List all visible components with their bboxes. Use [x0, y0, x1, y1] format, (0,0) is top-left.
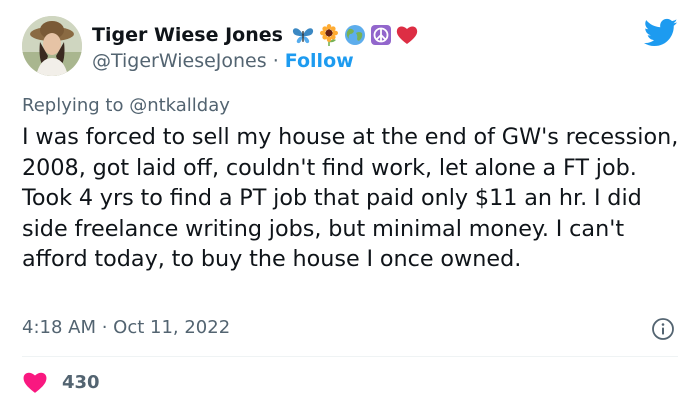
globe-emoji-icon — [343, 24, 367, 46]
author-display-name[interactable]: Tiger Wiese Jones — [92, 24, 283, 46]
sunflower-emoji-icon — [317, 24, 341, 46]
butterfly-emoji-icon — [291, 24, 315, 46]
replying-to-mention[interactable]: @ntkallday — [129, 95, 230, 116]
replying-to: Replying to @ntkallday — [22, 95, 230, 116]
avatar[interactable] — [22, 16, 82, 76]
like-count: 430 — [62, 371, 100, 393]
handle-separator: · — [266, 50, 285, 72]
tweet-card: Tiger Wiese Jones @TigerWieseJones · Fol… — [0, 0, 700, 410]
red-heart-emoji-icon — [395, 24, 419, 46]
divider — [22, 356, 678, 357]
twitter-bird-icon[interactable] — [643, 18, 678, 48]
tweet-text: I was forced to sell my house at the end… — [22, 124, 679, 272]
author-name-row: Tiger Wiese Jones — [92, 22, 419, 48]
follow-link[interactable]: Follow — [285, 50, 354, 72]
like-section[interactable]: 430 — [22, 370, 100, 394]
name-emojis — [291, 24, 419, 46]
info-icon[interactable] — [651, 317, 675, 341]
author-handle-row: @TigerWieseJones · Follow — [92, 50, 354, 72]
heart-icon[interactable] — [22, 370, 48, 394]
peace-emoji-icon — [369, 24, 393, 46]
author-handle[interactable]: @TigerWieseJones — [92, 50, 267, 72]
replying-to-prefix: Replying to — [22, 95, 130, 116]
tweet-timestamp[interactable]: 4:18 AM · Oct 11, 2022 — [22, 317, 230, 338]
